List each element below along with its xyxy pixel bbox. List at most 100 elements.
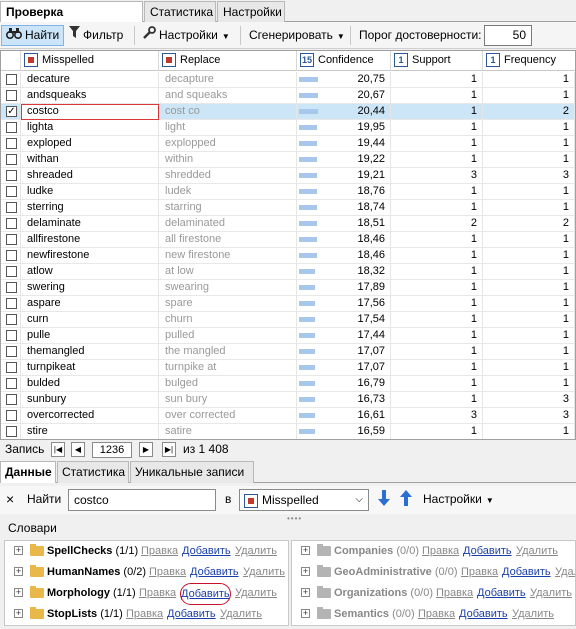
frequency-cell[interactable]: 2	[483, 216, 575, 232]
add-link[interactable]: Добавить	[190, 562, 239, 582]
header-misspelled[interactable]: Misspelled	[21, 51, 159, 71]
table-row[interactable]: pulle pulled 17,44 1 1	[1, 328, 575, 344]
support-cell[interactable]: 1	[391, 312, 483, 328]
find-input[interactable]: costco	[68, 489, 216, 511]
remove-link[interactable]: Удалить	[555, 562, 575, 582]
support-cell[interactable]: 1	[391, 152, 483, 168]
misspelled-cell[interactable]: aspare	[21, 296, 159, 312]
table-row[interactable]: withan within 19,22 1 1	[1, 152, 575, 168]
prev-record-button[interactable]: ◀	[71, 442, 85, 457]
filter-button[interactable]: Фильтр	[64, 25, 128, 46]
replace-cell[interactable]: satire	[159, 424, 297, 439]
header-replace[interactable]: Replace	[159, 51, 297, 71]
replace-cell[interactable]: swearing	[159, 280, 297, 296]
misspelled-cell[interactable]: newfirestone	[21, 248, 159, 264]
frequency-cell[interactable]: 1	[483, 248, 575, 264]
expand-icon[interactable]: +	[14, 609, 23, 618]
replace-cell[interactable]: churn	[159, 312, 297, 328]
misspelled-cell[interactable]: curn	[21, 312, 159, 328]
table-row[interactable]: newfirestone new firestone 18,46 1 1	[1, 248, 575, 264]
confidence-cell[interactable]: 18,46	[297, 232, 391, 248]
replace-cell[interactable]: pulled	[159, 328, 297, 344]
frequency-cell[interactable]: 2	[483, 104, 575, 120]
add-link[interactable]: Добавить	[477, 583, 526, 603]
threshold-input[interactable]: 50	[484, 25, 532, 46]
frequency-cell[interactable]: 3	[483, 408, 575, 424]
tab-settings[interactable]: Настройки	[217, 1, 285, 22]
support-cell[interactable]: 2	[391, 216, 483, 232]
header-frequency[interactable]: 1 Frequency	[483, 51, 575, 71]
support-cell[interactable]: 1	[391, 88, 483, 104]
find-settings-dropdown[interactable]: Настройки ▼	[423, 492, 494, 506]
row-checkbox[interactable]	[6, 410, 17, 421]
last-record-button[interactable]: ▶|	[162, 442, 176, 457]
add-link[interactable]: Добавить	[167, 604, 216, 624]
confidence-cell[interactable]: 16,59	[297, 424, 391, 439]
find-next-icon[interactable]	[377, 489, 391, 510]
add-link[interactable]: Добавить	[182, 541, 231, 561]
expand-icon[interactable]: +	[14, 567, 23, 576]
row-checkbox[interactable]	[6, 218, 17, 229]
support-cell[interactable]: 1	[391, 120, 483, 136]
table-row[interactable]: themangled the mangled 17,07 1 1	[1, 344, 575, 360]
table-row[interactable]: allfirestone all firestone 18,46 1 1	[1, 232, 575, 248]
confidence-cell[interactable]: 20,44	[297, 104, 391, 120]
row-checkbox[interactable]	[6, 202, 17, 213]
support-cell[interactable]: 1	[391, 360, 483, 376]
misspelled-cell[interactable]: withan	[21, 152, 159, 168]
tab-statistics[interactable]: Статистика	[144, 1, 216, 22]
expand-icon[interactable]: +	[301, 609, 310, 618]
edit-link[interactable]: Правка	[139, 583, 176, 603]
support-cell[interactable]: 1	[391, 264, 483, 280]
frequency-cell[interactable]: 1	[483, 72, 575, 88]
next-record-button[interactable]: ▶	[139, 442, 153, 457]
frequency-cell[interactable]: 1	[483, 152, 575, 168]
replace-cell[interactable]: decapture	[159, 72, 297, 88]
replace-cell[interactable]: and squeaks	[159, 88, 297, 104]
frequency-cell[interactable]: 1	[483, 312, 575, 328]
support-cell[interactable]: 1	[391, 72, 483, 88]
replace-cell[interactable]: within	[159, 152, 297, 168]
edit-link[interactable]: Правка	[141, 541, 178, 561]
misspelled-cell[interactable]: lighta	[21, 120, 159, 136]
frequency-cell[interactable]: 1	[483, 200, 575, 216]
expand-icon[interactable]: +	[301, 546, 310, 555]
remove-link[interactable]: Удалить	[235, 541, 277, 561]
expand-icon[interactable]: +	[14, 546, 23, 555]
misspelled-cell[interactable]: exploped	[21, 136, 159, 152]
row-checkbox[interactable]	[6, 234, 17, 245]
frequency-cell[interactable]: 1	[483, 296, 575, 312]
replace-cell[interactable]: over corrected	[159, 408, 297, 424]
support-cell[interactable]: 1	[391, 392, 483, 408]
support-cell[interactable]: 1	[391, 136, 483, 152]
frequency-cell[interactable]: 1	[483, 328, 575, 344]
row-checkbox[interactable]	[6, 298, 17, 309]
remove-link[interactable]: Удалить	[243, 562, 285, 582]
misspelled-cell[interactable]: stire	[21, 424, 159, 439]
row-checkbox[interactable]: ✓	[6, 106, 17, 117]
add-link[interactable]: Добавить	[459, 604, 508, 624]
confidence-cell[interactable]: 17,89	[297, 280, 391, 296]
column-select[interactable]: Misspelled ⌵	[239, 489, 369, 511]
replace-cell[interactable]: the mangled	[159, 344, 297, 360]
support-cell[interactable]: 1	[391, 232, 483, 248]
first-record-button[interactable]: |◀	[51, 442, 65, 457]
frequency-cell[interactable]: 1	[483, 376, 575, 392]
confidence-cell[interactable]: 16,73	[297, 392, 391, 408]
find-previous-icon[interactable]	[399, 489, 413, 510]
row-checkbox[interactable]	[6, 122, 17, 133]
table-row[interactable]: ✓ costco cost co 20,44 1 2	[1, 104, 575, 120]
support-cell[interactable]: 1	[391, 184, 483, 200]
remove-link[interactable]: Удалить	[530, 583, 572, 603]
support-cell[interactable]: 1	[391, 424, 483, 439]
table-row[interactable]: delaminate delaminated 18,51 2 2	[1, 216, 575, 232]
replace-cell[interactable]: delaminated	[159, 216, 297, 232]
row-checkbox[interactable]	[6, 394, 17, 405]
table-row[interactable]: andsqueaks and squeaks 20,67 1 1	[1, 88, 575, 104]
support-cell[interactable]: 3	[391, 168, 483, 184]
row-checkbox[interactable]	[6, 90, 17, 101]
frequency-cell[interactable]: 1	[483, 232, 575, 248]
frequency-cell[interactable]: 3	[483, 392, 575, 408]
misspelled-cell[interactable]: bulded	[21, 376, 159, 392]
add-link[interactable]: Добавить	[180, 583, 231, 605]
